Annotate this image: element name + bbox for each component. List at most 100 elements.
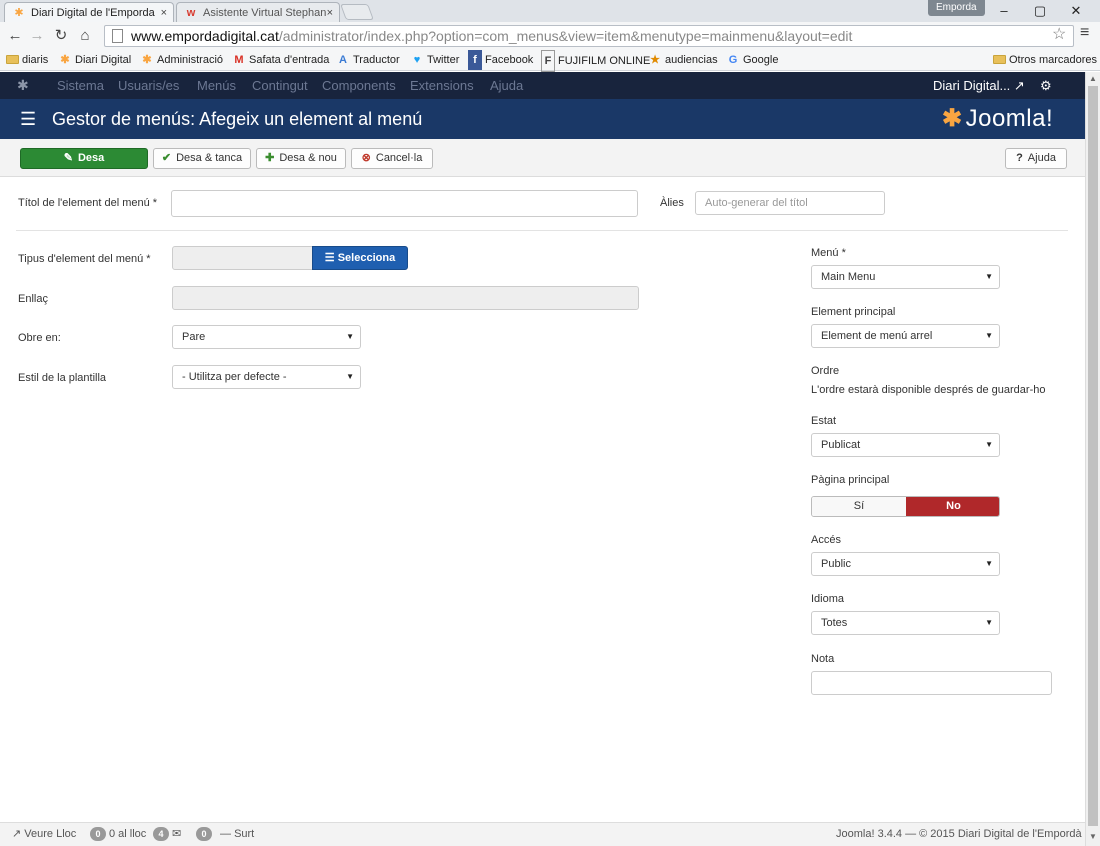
bookmark-twitter[interactable]: ♥ Twitter	[410, 50, 460, 70]
browser-tab-active[interactable]: ✱ Diari Digital de l'Emporda ×	[4, 2, 174, 22]
close-window-button[interactable]: ✕	[1058, 0, 1094, 22]
messages-badge: 0	[196, 827, 212, 841]
joomla-icon: ✱	[942, 105, 963, 132]
home-yes-option[interactable]: Sí	[812, 497, 906, 516]
chevron-down-icon: ▼	[985, 618, 993, 627]
home-toggle: Sí No	[811, 496, 1000, 517]
alias-label: Àlies	[660, 197, 684, 209]
note-label: Nota	[811, 653, 835, 665]
bookmark-diari-digital[interactable]: ✱ Diari Digital	[58, 50, 131, 70]
menu-components[interactable]: Components	[322, 72, 396, 99]
messages-status[interactable]: 0	[196, 823, 215, 845]
page-scrollbar[interactable]: ▲ ▼	[1085, 72, 1100, 846]
scrollbar-thumb[interactable]	[1088, 86, 1098, 826]
status-select[interactable]: Publicat ▼	[811, 433, 1000, 457]
bookmark-traductor[interactable]: A Traductor	[336, 50, 400, 70]
logout-link[interactable]: — Surt	[220, 823, 254, 845]
bookmark-fujifilm[interactable]: F FUJIFILM ONLINE	[541, 50, 650, 72]
alias-input[interactable]: Auto-generar del títol	[695, 191, 885, 215]
reload-icon[interactable]: ↻	[52, 26, 70, 46]
browser-menu-icon[interactable]: ≡	[1080, 24, 1089, 42]
back-icon[interactable]: ←	[6, 26, 24, 46]
parent-item-select[interactable]: Element de menú arrel ▼	[811, 324, 1000, 348]
bookmark-safata[interactable]: M Safata d'entrada	[232, 50, 329, 70]
admins-status[interactable]: 4 ✉	[153, 823, 181, 845]
view-site-status[interactable]: ↗ Veure Lloc	[12, 823, 76, 845]
forward-icon[interactable]: →	[28, 26, 46, 46]
scroll-up-icon[interactable]: ▲	[1089, 74, 1097, 83]
menu-select[interactable]: Main Menu ▼	[811, 265, 1000, 289]
chevron-down-icon: ▼	[985, 272, 993, 281]
bookmark-audiencias[interactable]: ★ audiencias	[648, 50, 718, 70]
title-label: Títol de l'element del menú *	[18, 197, 158, 209]
chevron-down-icon: ▼	[985, 559, 993, 568]
external-link-icon: ↗	[12, 828, 22, 840]
facebook-icon: f	[468, 50, 482, 70]
joomla-logo-icon[interactable]: ✱	[17, 72, 33, 99]
url-path: /administrator/index.php?option=com_menu…	[278, 28, 853, 44]
status-label: Estat	[811, 415, 837, 427]
profile-badge[interactable]: Emporda	[928, 0, 985, 16]
plus-icon: ✚	[265, 152, 275, 164]
menu-usuaris[interactable]: Usuaris/es	[118, 72, 179, 99]
browser-tabstrip: ✱ Diari Digital de l'Emporda × w Asisten…	[0, 0, 1100, 22]
menu-extensions[interactable]: Extensions	[410, 72, 474, 99]
language-label: Idioma	[811, 593, 845, 605]
menu-menus[interactable]: Menús	[197, 72, 236, 99]
gear-icon[interactable]: ⚙	[1040, 72, 1052, 99]
address-bar[interactable]: www.empordadigital.cat/administrator/ind…	[104, 25, 1074, 47]
visitors-badge: 0	[90, 827, 106, 841]
visitors-status[interactable]: 00 al lloc	[90, 823, 146, 845]
chevron-down-icon: ▼	[985, 331, 993, 340]
bookmark-star-icon[interactable]: ☆	[1052, 24, 1066, 44]
star-icon: ★	[650, 54, 660, 66]
language-select[interactable]: Totes ▼	[811, 611, 1000, 635]
title-input[interactable]	[171, 190, 638, 217]
minimize-button[interactable]: –	[986, 0, 1022, 22]
bookmark-google[interactable]: G Google	[726, 50, 779, 70]
home-no-option[interactable]: No	[906, 497, 999, 516]
open-in-select[interactable]: Pare ▼	[172, 325, 361, 349]
template-label: Estil de la plantilla	[18, 372, 107, 384]
home-label: Pàgina principal	[811, 474, 890, 486]
browser-tab[interactable]: w Asistente Virtual Stephan ×	[176, 2, 340, 22]
home-icon[interactable]: ⌂	[76, 26, 94, 46]
order-text: L'ordre estarà disponible després de gua…	[811, 384, 1046, 396]
save-new-button[interactable]: ✚ Desa & nou	[256, 148, 346, 169]
page-title: Gestor de menús: Afegeix un element al m…	[52, 109, 423, 129]
order-label: Ordre	[811, 365, 840, 377]
maximize-button[interactable]: ▢	[1022, 0, 1058, 22]
menu-ajuda[interactable]: Ajuda	[490, 72, 523, 99]
folder-icon	[993, 55, 1006, 64]
type-label: Tipus d'element del menú *	[18, 253, 151, 265]
save-close-button[interactable]: ✔ Desa & tanca	[153, 148, 251, 169]
bookmarks-bar: diaris ✱ Diari Digital ✱ Administració M Sa…	[0, 50, 1100, 72]
view-site-link[interactable]: Diari Digital... ↗	[933, 72, 1025, 99]
edit-icon: ✎	[63, 152, 73, 164]
bookmark-other[interactable]: Otros marcadores	[993, 50, 1097, 70]
save-button[interactable]: ✎ Desa	[20, 148, 148, 169]
select-type-button[interactable]: ☰ Selecciona	[312, 246, 408, 270]
bookmark-facebook[interactable]: f Facebook	[468, 50, 533, 70]
minus-icon: —	[220, 828, 231, 840]
new-tab-button[interactable]	[340, 4, 374, 20]
bookmark-administracio[interactable]: ✱ Administració	[140, 50, 223, 70]
cancel-button[interactable]: ⊗ Cancel·la	[351, 148, 433, 169]
link-label: Enllaç	[18, 293, 48, 305]
chevron-down-icon: ▼	[346, 332, 354, 341]
access-select[interactable]: Public ▼	[811, 552, 1000, 576]
tab-title: Diari Digital de l'Emporda	[31, 7, 155, 19]
translate-icon: A	[339, 54, 347, 66]
menu-sistema[interactable]: Sistema	[57, 72, 104, 99]
note-input[interactable]	[811, 671, 1052, 695]
list-icon: ☰	[324, 252, 335, 264]
template-style-select[interactable]: - Utilitza per defecte - ▼	[172, 365, 361, 389]
close-tab-icon[interactable]: ×	[161, 3, 167, 22]
fujifilm-icon: F	[541, 50, 555, 72]
close-tab-icon[interactable]: ×	[327, 3, 333, 22]
open-label: Obre en:	[18, 332, 61, 344]
scroll-down-icon[interactable]: ▼	[1089, 832, 1097, 841]
help-button[interactable]: ? Ajuda	[1005, 148, 1067, 169]
menu-contingut[interactable]: Contingut	[252, 72, 308, 99]
bookmark-diaris[interactable]: diaris	[6, 50, 48, 70]
